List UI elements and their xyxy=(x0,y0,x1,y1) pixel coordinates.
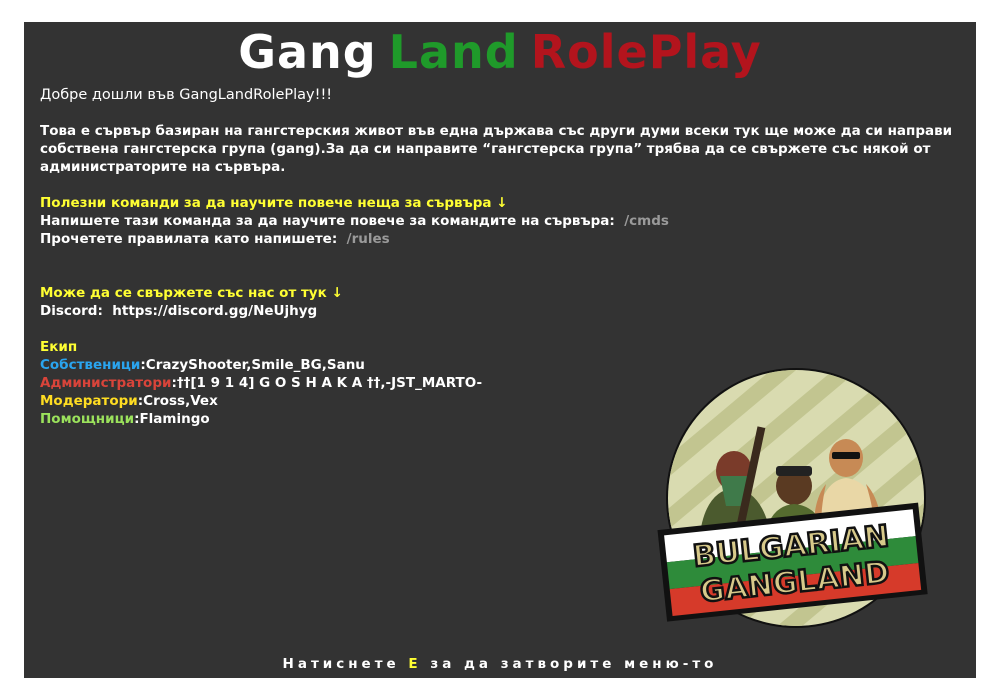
moderators-list: :Cross,Vex xyxy=(137,393,218,409)
moderators-label: Модератори xyxy=(40,393,138,409)
commands-heading: Полезни команди за да научите повече нещ… xyxy=(40,195,508,211)
command-cmds: /cmds xyxy=(624,213,669,229)
owners-list: :CrazyShooter,Smile_BG,Sanu xyxy=(140,357,365,373)
helpers-label: Помощници xyxy=(40,411,135,427)
team-heading: Екип xyxy=(40,339,78,355)
helpers-list: :Flamingo xyxy=(134,411,210,427)
discord-line: Discord: https://discord.gg/NeUjhyg xyxy=(40,302,960,320)
title-part-roleplay: RolePlay xyxy=(530,25,762,79)
admins-label: Администратори xyxy=(40,375,172,391)
bulgarian-gangland-logo: BULGARIAN GANGLAND xyxy=(657,368,928,628)
intro-text: Това е сървър базиран на гангстерския жи… xyxy=(40,123,953,175)
close-hint-before: Натиснете xyxy=(282,656,400,672)
server-title: Gang Land RolePlay xyxy=(24,26,976,78)
command-line-cmds: Напишете тази команда за да научите пове… xyxy=(40,212,960,230)
discord-link: https://discord.gg/NeUjhyg xyxy=(112,303,318,319)
info-menu-panel: Gang Land RolePlay Добре дошли във GangLan… xyxy=(24,22,976,678)
close-key: E xyxy=(408,656,422,672)
command-rules-description: Прочетете правилата като напишете: xyxy=(40,231,338,247)
welcome-text: Добре дошли във GangLandRolePlay!!! xyxy=(40,87,333,103)
discord-label: Discord: xyxy=(40,303,103,319)
command-cmds-description: Напишете тази команда за да научите пове… xyxy=(40,213,615,229)
contact-heading: Може да се свържете със нас от тук ↓ xyxy=(40,285,343,301)
command-line-rules: Прочетете правилата като напишете: /rule… xyxy=(40,230,960,248)
title-part-gang: Gang xyxy=(238,25,377,79)
owners-label: Собственици xyxy=(40,357,141,373)
close-menu-hint: Натиснете E за да затворите меню-то xyxy=(24,656,976,672)
close-hint-after: за да затворите меню-то xyxy=(430,656,718,672)
command-rules: /rules xyxy=(346,231,390,247)
title-part-land: Land xyxy=(388,25,519,79)
admins-list: :††[1 9 1 4] G O S H A K A ††,-JST_MARTO… xyxy=(171,375,483,391)
